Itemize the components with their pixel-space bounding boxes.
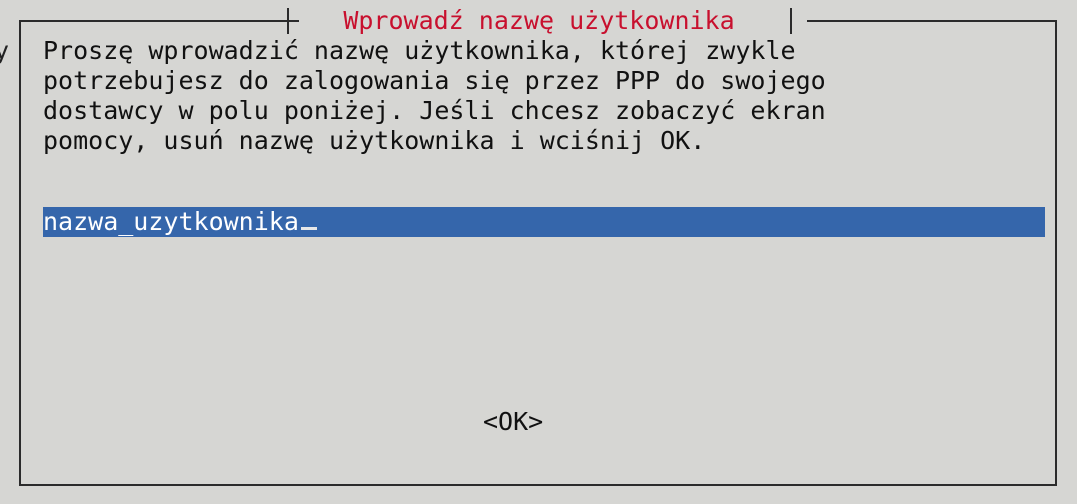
ok-button[interactable]: <OK> xyxy=(483,407,543,437)
username-input-value[interactable]: nazwa_uzytkownika xyxy=(43,207,299,236)
title-frame-right xyxy=(790,8,792,34)
dialog-border-top-right xyxy=(807,20,1057,22)
dialog-border-left xyxy=(19,20,21,485)
text-cursor xyxy=(300,227,317,230)
title-frame-left xyxy=(287,8,289,34)
dialog-border-top-left xyxy=(19,20,299,22)
username-dialog: Wprowadź nazwę użytkownika Proszę wprowa… xyxy=(13,6,1063,486)
dialog-border-bottom xyxy=(19,484,1057,486)
username-input[interactable]: nazwa_uzytkownika xyxy=(43,207,1045,237)
dialog-border-right xyxy=(1055,20,1057,485)
dialog-title: Wprowadź nazwę użytkownika xyxy=(343,6,735,35)
offscreen-window-edge: y xyxy=(0,36,10,65)
dialog-message: Proszę wprowadzić nazwę użytkownika, któ… xyxy=(43,36,826,155)
